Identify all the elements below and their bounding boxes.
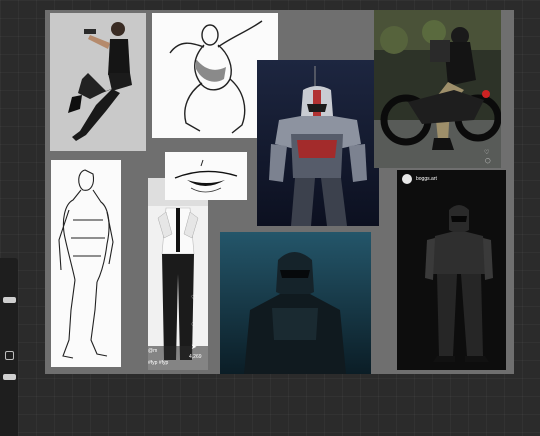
brush-size-slider-handle[interactable] [3,297,16,303]
mouth-sketch[interactable] [165,152,247,200]
standing-figure-sketch[interactable] [51,160,121,367]
helmet-soldier-dark-still[interactable] [220,232,371,374]
helmet-soldier-dark-still-image [220,232,371,374]
tool-sidebar [0,258,18,436]
suited-person-video[interactable]: ♡ ◌ ➤ 4,269 @m #fyp #fyp [148,178,208,370]
comment-icon[interactable]: ◯ [485,158,491,164]
opacity-slider-handle[interactable] [3,374,16,380]
gun-pose-photo[interactable] [50,13,146,151]
armored-soldier-render[interactable] [257,60,379,226]
avatar[interactable] [402,174,412,184]
moodboard-canvas[interactable]: ♡ ◯ ♡ ◌ ➤ 4,269 @m #fyp #fyp boggs.art [45,10,514,374]
comment-icon[interactable]: ◌ [191,321,195,328]
mouth-sketch-image [165,152,247,200]
share-count: 4,269 [189,354,202,360]
armored-soldier-render-image [257,60,379,226]
gun-pose-photo-image [50,13,146,151]
armored-suit-post[interactable]: boggs.art [397,170,506,370]
heart-icon[interactable]: ♡ [484,149,489,156]
like-icon[interactable]: ♡ [191,294,197,302]
modify-button[interactable] [5,351,14,360]
suited-person-video-image: ♡ ◌ ➤ [148,178,208,370]
video-caption: #fyp #fyp [148,360,169,366]
share-icon[interactable]: ➤ [191,344,197,351]
video-handle: @m [148,348,158,354]
armored-suit-post-image [397,170,506,370]
motorcycle-rider-photo[interactable]: ♡ ◯ [374,10,501,168]
post-username[interactable]: boggs.art [416,176,437,182]
standing-figure-sketch-image [51,160,121,367]
motorcycle-rider-photo-image: ♡ ◯ [374,10,501,168]
